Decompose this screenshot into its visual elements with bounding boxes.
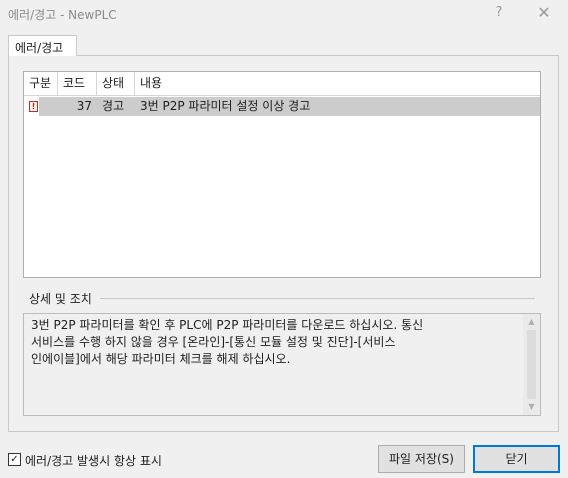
details-text: 3번 P2P 파라미터를 확인 후 PLC에 P2P 파라미터를 다운로드 하십… (31, 318, 424, 366)
row-status: 경고 (102, 99, 125, 113)
tab-errors-warnings[interactable]: 에러/경고 (8, 35, 77, 56)
title-bar: 에러/경고 - NewPLC ? ✕ (0, 0, 568, 28)
row-content: 3번 P2P 파라미터 설정 이상 경고 (140, 99, 311, 113)
scroll-track[interactable] (527, 330, 536, 399)
row-code: 37 (76, 99, 92, 113)
column-header-code[interactable]: 코드 (58, 72, 97, 96)
always-show-checkbox[interactable]: ✓ (8, 453, 21, 466)
details-label: 상세 및 조치 (29, 292, 92, 306)
close-icon[interactable]: ✕ (534, 4, 554, 22)
save-file-button[interactable]: 파일 저장(S) (378, 445, 465, 473)
column-header-content[interactable]: 내용 (135, 72, 540, 96)
table-header: 구분 코드 상태 내용 (24, 72, 540, 96)
details-textbox[interactable]: 3번 P2P 파라미터를 확인 후 PLC에 P2P 파라미터를 다운로드 하십… (23, 313, 541, 416)
error-table[interactable]: 구분 코드 상태 내용 ! 37 경고 3번 P2P 파라미터 설정 이상 경고 (23, 71, 541, 278)
window-title: 에러/경고 - NewPLC (8, 8, 117, 22)
always-show-label: 에러/경고 발생시 항상 표시 (25, 454, 162, 468)
scroll-up-icon[interactable]: ▲ (523, 314, 540, 330)
details-divider (100, 298, 535, 299)
scroll-down-icon[interactable]: ▼ (523, 399, 540, 415)
table-row[interactable]: ! 37 경고 3번 P2P 파라미터 설정 이상 경고 (24, 97, 540, 116)
vertical-scrollbar[interactable]: ▲ ▼ (523, 314, 540, 415)
column-header-status[interactable]: 상태 (97, 72, 135, 96)
close-button[interactable]: 닫기 (473, 445, 560, 473)
help-button[interactable]: ? (489, 4, 509, 22)
warning-icon: ! (29, 101, 38, 112)
column-header-type[interactable]: 구분 (24, 72, 58, 96)
